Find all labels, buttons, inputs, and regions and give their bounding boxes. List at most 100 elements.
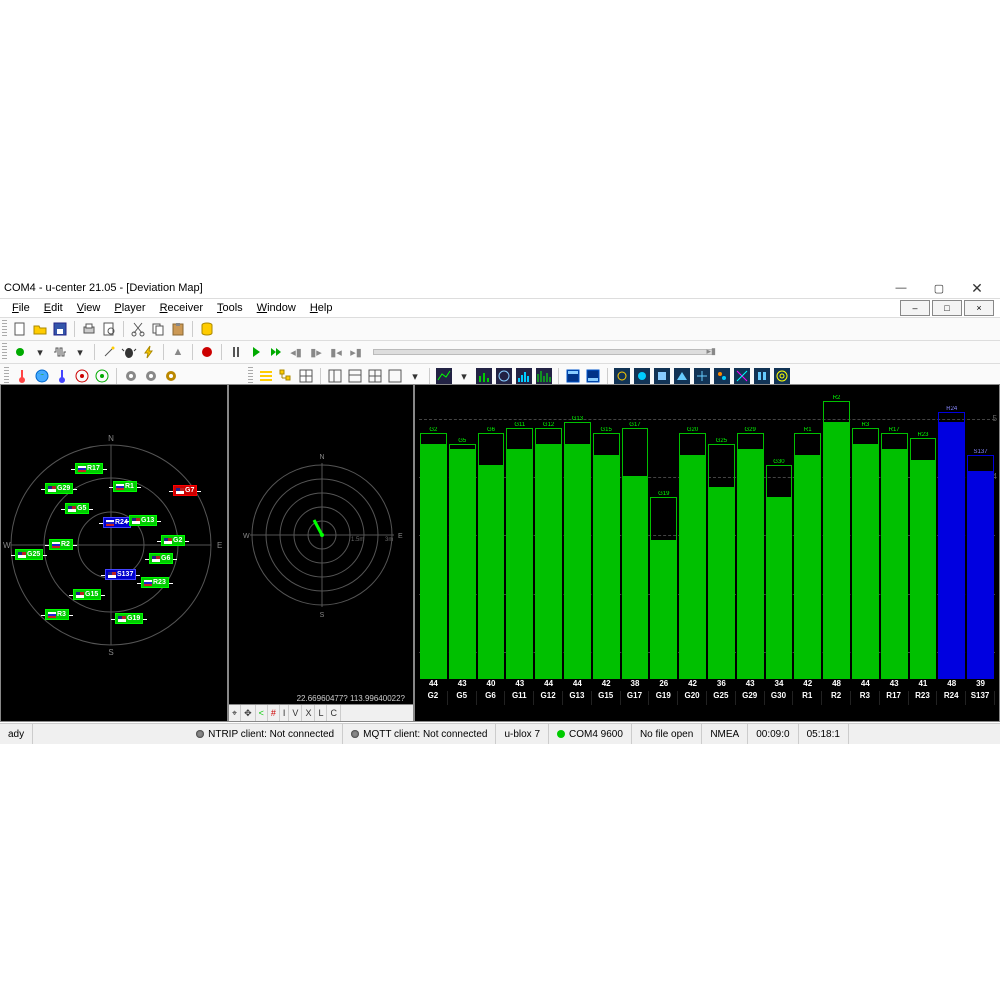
chart-line-icon[interactable] xyxy=(435,367,453,385)
dropdown-icon[interactable]: ▾ xyxy=(455,367,473,385)
dock2-icon[interactable] xyxy=(584,367,602,385)
paste-icon[interactable] xyxy=(169,320,187,338)
satellite-R3: R3 xyxy=(45,609,69,620)
world-icon[interactable] xyxy=(33,367,51,385)
fast-forward-button[interactable] xyxy=(267,343,285,361)
new-file-icon[interactable] xyxy=(11,320,29,338)
view-c-icon[interactable] xyxy=(653,367,671,385)
dropdown-icon[interactable]: ▾ xyxy=(406,367,424,385)
save-icon[interactable] xyxy=(51,320,69,338)
target-green-icon[interactable] xyxy=(93,367,111,385)
database-icon[interactable] xyxy=(198,320,216,338)
play-button[interactable] xyxy=(247,343,265,361)
mqtt-led-icon xyxy=(351,730,359,738)
cut-icon[interactable] xyxy=(129,320,147,338)
layout2-icon[interactable] xyxy=(346,367,364,385)
bug-icon[interactable] xyxy=(120,343,138,361)
title-bar: COM4 - u-center 21.05 - [Deviation Map] … xyxy=(0,278,1000,299)
wand-icon[interactable] xyxy=(100,343,118,361)
tree-view-icon[interactable] xyxy=(277,367,295,385)
layout4-icon[interactable] xyxy=(386,367,404,385)
svg-text:3m: 3m xyxy=(385,537,393,543)
satellite-G19: G19 xyxy=(115,613,143,624)
dev-tool-l-button[interactable]: L xyxy=(315,705,327,721)
toolbar-grip[interactable] xyxy=(4,367,9,385)
view-b-icon[interactable] xyxy=(633,367,651,385)
satellite-G7: G7 xyxy=(173,485,197,496)
window-minimize-button[interactable]: — xyxy=(884,279,918,297)
table-view-icon[interactable] xyxy=(297,367,315,385)
satellite-R24: R24 xyxy=(103,517,131,528)
menu-file[interactable]: FFileile xyxy=(6,302,36,314)
dev-tool-target-icon[interactable]: ⌖ xyxy=(229,705,241,721)
window-maximize-button[interactable]: ▢ xyxy=(922,279,956,297)
sky-view-panel: N S E W R17G29R1G7G5R24G13R2G2G25G6S137R… xyxy=(0,384,228,722)
dock1-icon[interactable] xyxy=(564,367,582,385)
open-file-icon[interactable] xyxy=(31,320,49,338)
view-f-icon[interactable] xyxy=(713,367,731,385)
menu-help[interactable]: Help xyxy=(304,302,339,314)
gear2-icon[interactable] xyxy=(142,367,160,385)
menu-view[interactable]: View xyxy=(71,302,107,314)
layout3-icon[interactable] xyxy=(366,367,384,385)
dev-tool-grid-icon[interactable]: # xyxy=(268,705,280,721)
dropdown-icon[interactable]: ▾ xyxy=(71,343,89,361)
menu-receiver[interactable]: Receiver xyxy=(154,302,209,314)
status-ready: ady xyxy=(0,724,33,744)
menu-tools[interactable]: Tools xyxy=(211,302,249,314)
chart-signal-icon[interactable] xyxy=(475,367,493,385)
pause-button[interactable] xyxy=(227,343,245,361)
dev-tool-c-button[interactable]: C xyxy=(327,705,341,721)
satellite-G25: G25 xyxy=(15,549,43,560)
chart-radar-icon[interactable] xyxy=(495,367,513,385)
toolbar-grip[interactable] xyxy=(248,367,253,385)
dev-tool-v-button[interactable]: V xyxy=(289,705,302,721)
thermometer-icon[interactable] xyxy=(13,367,31,385)
menu-player[interactable]: Player xyxy=(108,302,151,314)
mdi-close-button[interactable]: × xyxy=(964,300,994,316)
dropdown-icon[interactable]: ▾ xyxy=(31,343,49,361)
player-position-slider[interactable]: ▸▮ xyxy=(373,349,715,355)
signal-bar-G25: G25 xyxy=(708,385,735,679)
view-d-icon[interactable] xyxy=(673,367,691,385)
dev-tool-i-button[interactable]: I xyxy=(280,705,290,721)
record-button[interactable] xyxy=(198,343,216,361)
chart-bars-icon[interactable] xyxy=(515,367,533,385)
gear-icon[interactable] xyxy=(122,367,140,385)
lightning-icon[interactable] xyxy=(140,343,158,361)
view-i-icon[interactable] xyxy=(773,367,791,385)
menu-bar: FFileile Edit View Player Receiver Tools… xyxy=(0,299,1000,318)
skip-back-button[interactable]: ▮◂ xyxy=(327,343,345,361)
dev-tool-move-icon[interactable]: ✥ xyxy=(241,705,256,721)
menu-edit[interactable]: Edit xyxy=(38,302,69,314)
toolbar-grip[interactable] xyxy=(2,320,7,338)
step-fwd-button[interactable]: ▮▸ xyxy=(307,343,325,361)
dev-tool-lt-icon[interactable]: < xyxy=(256,705,268,721)
print-preview-icon[interactable] xyxy=(100,320,118,338)
target-red-icon[interactable] xyxy=(73,367,91,385)
view-h-icon[interactable] xyxy=(753,367,771,385)
list-view-icon[interactable] xyxy=(257,367,275,385)
view-a-icon[interactable] xyxy=(613,367,631,385)
menu-window[interactable]: Window xyxy=(251,302,302,314)
gear3-icon[interactable] xyxy=(162,367,180,385)
chart-spectrum-icon[interactable] xyxy=(535,367,553,385)
view-e-icon[interactable] xyxy=(693,367,711,385)
toolbar-grip[interactable] xyxy=(2,343,7,361)
print-icon[interactable] xyxy=(80,320,98,338)
signal-wave-icon[interactable] xyxy=(51,343,69,361)
copy-icon[interactable] xyxy=(149,320,167,338)
dev-tool-x-button[interactable]: X xyxy=(302,705,315,721)
satellite-R2: R2 xyxy=(49,539,73,550)
connect-icon[interactable] xyxy=(11,343,29,361)
window-close-button[interactable]: ✕ xyxy=(960,279,994,297)
layout1-icon[interactable] xyxy=(326,367,344,385)
skip-fwd-button[interactable]: ▸▮ xyxy=(347,343,365,361)
mdi-restore-button[interactable]: □ xyxy=(932,300,962,316)
status-utc: 05:18:1 xyxy=(799,724,849,744)
thermometer2-icon[interactable] xyxy=(53,367,71,385)
step-back-button[interactable]: ◂▮ xyxy=(287,343,305,361)
view-g-icon[interactable] xyxy=(733,367,751,385)
eject-icon[interactable]: ▲ xyxy=(169,343,187,361)
mdi-minimize-button[interactable]: – xyxy=(900,300,930,316)
